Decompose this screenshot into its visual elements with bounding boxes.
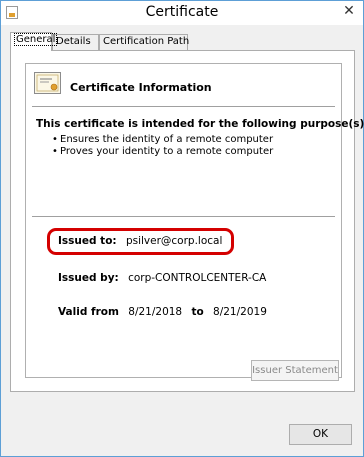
issued-to-label: Issued to: <box>58 235 117 247</box>
purpose-heading: This certificate is intended for the fol… <box>36 118 364 130</box>
purpose-item: Ensures the identity of a remote compute… <box>52 134 273 146</box>
certificate-icon <box>34 72 61 94</box>
certificate-info-title: Certificate Information <box>70 81 212 94</box>
divider <box>32 106 335 107</box>
purpose-item: Proves your identity to a remote compute… <box>52 146 273 158</box>
tab-details[interactable]: Details <box>52 34 99 50</box>
issued-by-value: corp-CONTROLCENTER-CA <box>128 272 267 284</box>
tab-general[interactable]: General <box>10 32 58 51</box>
certificate-info-box: Certificate Information This certificate… <box>25 63 364 378</box>
ok-button[interactable]: OK <box>289 424 352 445</box>
issuer-statement-button[interactable]: Issuer Statement <box>251 360 339 381</box>
certificate-dialog: Certificate ✕ General Details Certificat… <box>0 0 364 457</box>
window-title: Certificate <box>145 4 219 20</box>
close-button[interactable]: ✕ <box>341 2 357 20</box>
valid-to-label: to <box>191 306 204 318</box>
issued-to-value: psilver@corp.local <box>125 235 223 247</box>
divider <box>32 216 335 217</box>
general-panel: Certificate Information This certificate… <box>10 50 364 392</box>
issued-by-field: Issued by: corp-CONTROLCENTER-CA <box>58 272 266 284</box>
validity-field: Valid from 8/21/2018 to 8/21/2019 <box>58 306 267 318</box>
valid-from-label: Valid from <box>58 306 119 318</box>
title-bar: Certificate ✕ <box>1 1 363 25</box>
valid-from-value: 8/21/2018 <box>128 306 183 318</box>
purpose-list: Ensures the identity of a remote compute… <box>52 134 273 158</box>
valid-to-value: 8/21/2019 <box>213 306 267 318</box>
issued-to-field: Issued to: psilver@corp.local <box>58 235 222 247</box>
issued-by-label: Issued by: <box>58 272 119 284</box>
tab-certification-path[interactable]: Certification Path <box>99 34 189 50</box>
